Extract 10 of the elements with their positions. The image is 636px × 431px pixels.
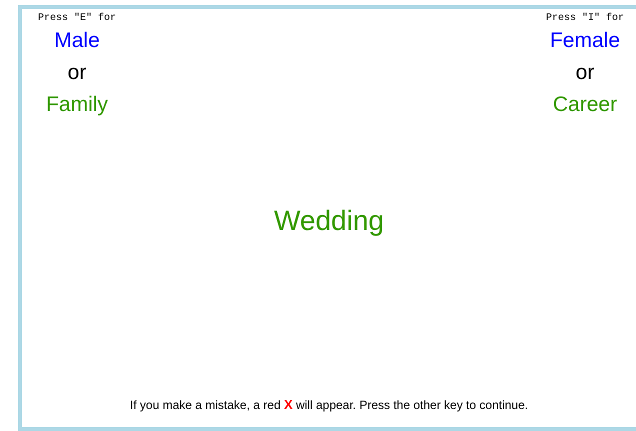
- instruction-text: If you make a mistake, a red X will appear. Press the other key to continue.: [130, 398, 528, 412]
- key-prompt: Press "E" for: [38, 13, 116, 25]
- category-label: Career: [552, 92, 618, 118]
- stimulus-word: Wedding: [274, 204, 384, 238]
- category-label: Male: [54, 28, 100, 54]
- joiner-text: or: [576, 60, 594, 86]
- joiner-text: or: [68, 60, 86, 86]
- key-prompt: Press "I" for: [546, 13, 624, 25]
- category-label: Family: [46, 92, 108, 118]
- category-label: Female: [550, 28, 620, 54]
